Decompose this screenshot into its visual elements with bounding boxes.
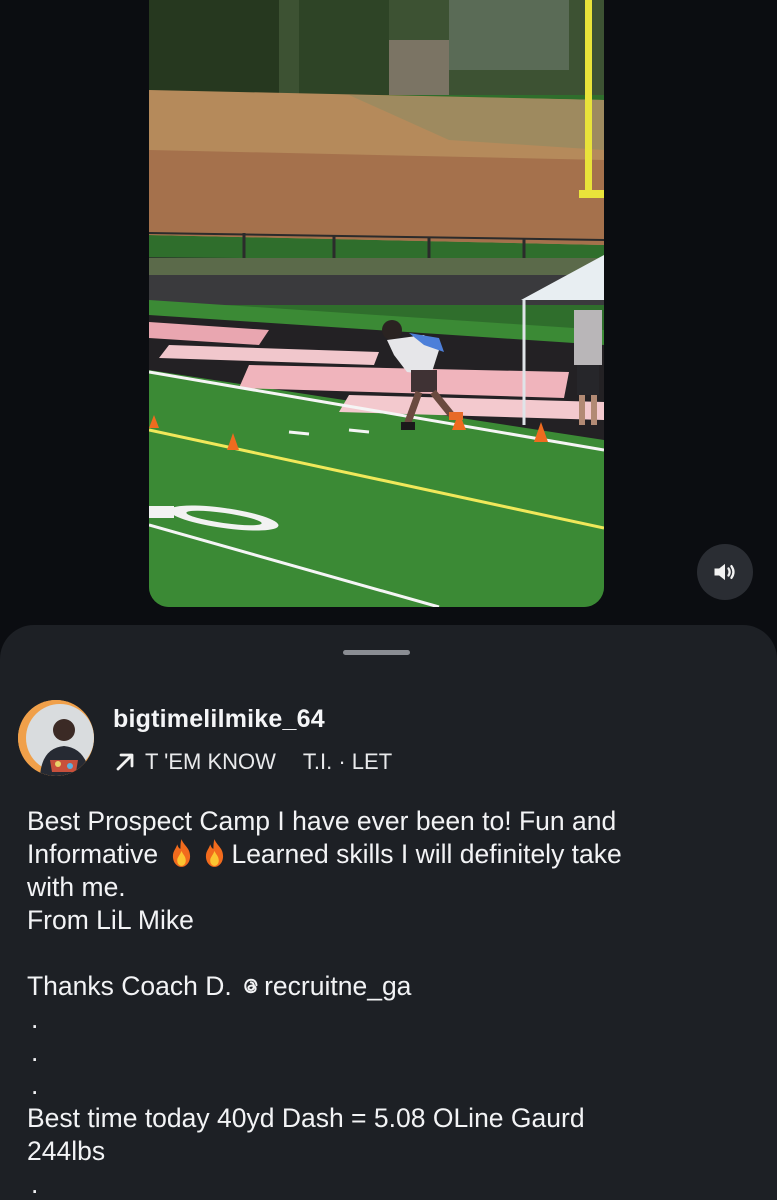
video-area[interactable] [0,0,777,630]
video-player[interactable] [149,0,604,607]
caption-dot: . [31,1004,39,1034]
caption-line: From LiL Mike [27,905,194,935]
caption-dot: . [31,1070,39,1100]
profile-photo [18,700,94,776]
avatar[interactable] [18,700,94,776]
speaker-icon [714,563,735,581]
caption-text: Informative [27,839,159,869]
caption-dot: . [31,1169,39,1199]
caption-line: Informative Learned skills I will defini… [27,838,747,871]
post-details-sheet: bigtimelilmike_64 T 'EM KNOW T.I. · LET … [0,625,777,1200]
fire-emoji-icon [206,839,224,867]
threads-icon [244,978,258,994]
music-artist: T.I. · LET [302,749,393,774]
caption-line: Best time today 40yd Dash = 5.08 OLine G… [27,1103,585,1133]
caption-line: with me. [27,872,126,902]
caption-dot: . [31,1037,39,1067]
mention-link[interactable]: recruitne_ga [239,971,411,1001]
post-caption: Best Prospect Camp I have ever been to! … [27,805,747,1200]
drag-handle[interactable] [343,650,410,655]
mute-button[interactable] [697,544,753,600]
fire-emoji-icon [173,839,191,867]
caption-text: Thanks Coach D. [27,971,232,1001]
music-info[interactable]: T 'EM KNOW T.I. · LET [113,747,392,777]
caption-line: 244lbs [27,1136,106,1166]
mention-text[interactable]: recruitne_ga [264,971,411,1001]
caption-text: Learned skills I will definitely take [231,839,622,869]
username[interactable]: bigtimelilmike_64 [113,705,325,734]
video-frame-image [149,0,604,607]
arrow-up-right-icon [116,753,134,771]
caption-line: Best Prospect Camp I have ever been to! … [27,806,617,836]
caption-line: Thanks Coach D. recruitne_ga [27,970,747,1003]
music-track: T 'EM KNOW [145,749,276,774]
